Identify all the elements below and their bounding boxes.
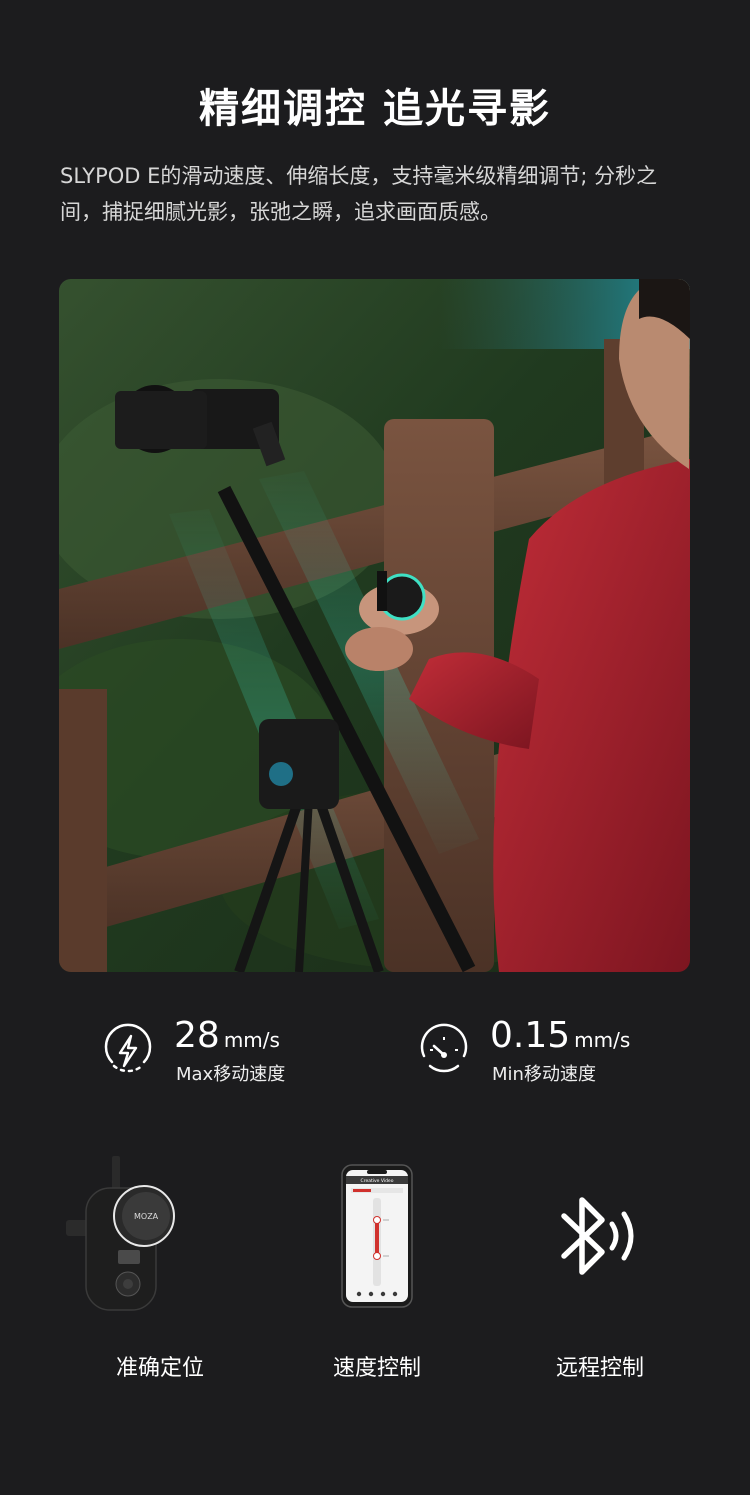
lightning-icon [104, 1023, 152, 1073]
page-title: 精细调控 追光寻影 [199, 86, 551, 132]
min-speed-label: Min移动速度 [492, 1064, 596, 1085]
bluetooth-icon [556, 1190, 642, 1282]
hero-photo [59, 279, 690, 972]
app-title: Creative Video [361, 1178, 394, 1184]
feature-label-positioning: 准确定位 [115, 1356, 204, 1381]
min-speed-value: 0.15 mm/s [490, 1015, 631, 1056]
controller-brand-text: MOZA [134, 1212, 159, 1221]
phone-app-icon: Creative Video [341, 1164, 413, 1308]
speedometer-icon [420, 1023, 468, 1073]
max-speed-value: 28 mm/s [174, 1015, 280, 1056]
description-text: SLYPOD E的滑动速度、伸缩长度，支持毫米级精细调节; 分秒之间，捕捉细腻光… [60, 164, 658, 224]
feature-label-speed-control: 速度控制 [332, 1356, 421, 1381]
max-speed-label: Max移动速度 [176, 1064, 286, 1085]
controller-icon: MOZA [64, 1138, 216, 1316]
max-speed-unit: mm/s [223, 1028, 280, 1052]
feature-label-remote-control: 远程控制 [555, 1356, 644, 1381]
min-speed-unit: mm/s [574, 1028, 631, 1052]
